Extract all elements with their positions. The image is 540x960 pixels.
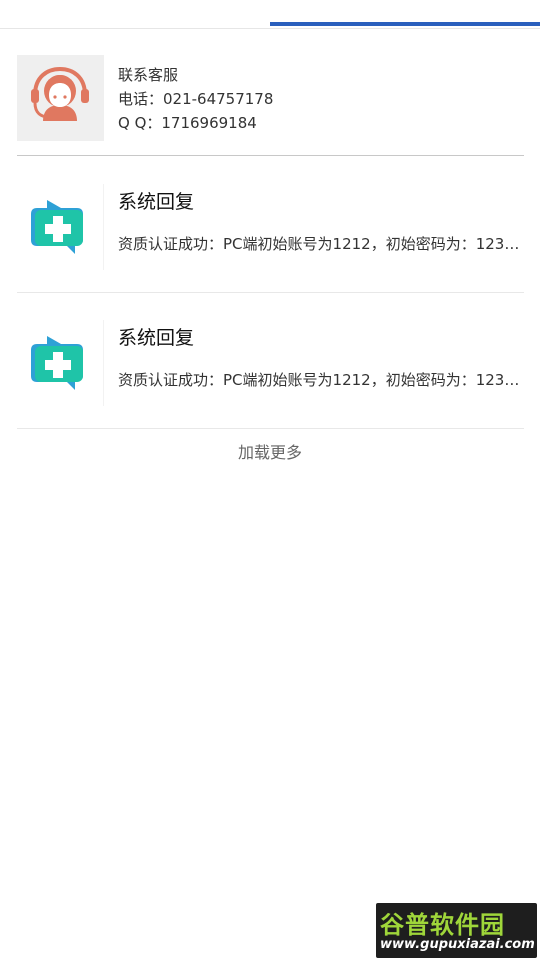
customer-service-qq[interactable]: Q Q：1716969184 <box>118 111 273 135</box>
medical-chat-icon <box>31 200 83 254</box>
message-page: 联系客服 电话：021-64757178 Q Q：1716969184 系统回复… <box>0 0 540 960</box>
message-item[interactable]: 系统回复 资质认证成功：PC端初始账号为1212，初始密码为：123456 <box>17 156 524 293</box>
message-title: 系统回复 <box>118 327 195 349</box>
message-item[interactable]: 系统回复 资质认证成功：PC端初始账号为1212，初始密码为：123456 <box>17 292 524 429</box>
headset-agent-icon <box>31 66 89 121</box>
customer-service-avatar <box>17 55 104 141</box>
message-icon-container <box>17 184 103 270</box>
message-icon-container <box>17 320 103 406</box>
customer-service-phone[interactable]: 电话：021-64757178 <box>118 87 273 111</box>
watermark-logo: 谷普软件园 www.gupuxiazai.com <box>376 903 537 958</box>
customer-service-info: 联系客服 电话：021-64757178 Q Q：1716969184 <box>118 63 273 135</box>
message-preview: 资质认证成功：PC端初始账号为1212，初始密码为：123456 <box>118 235 523 253</box>
message-title: 系统回复 <box>118 191 195 213</box>
customer-service-title: 联系客服 <box>118 66 179 84</box>
medical-chat-icon <box>31 336 83 390</box>
watermark-brand: 谷普软件园 <box>380 911 505 939</box>
tab-bar <box>0 0 540 29</box>
customer-service-card[interactable]: 联系客服 电话：021-64757178 Q Q：1716969184 <box>17 55 524 156</box>
tab-left[interactable] <box>0 0 270 27</box>
message-preview: 资质认证成功：PC端初始账号为1212，初始密码为：123456 <box>118 371 523 389</box>
load-more-button[interactable]: 加载更多 <box>0 439 540 463</box>
active-tab-indicator <box>270 22 540 26</box>
watermark-url: www.gupuxiazai.com <box>380 937 535 952</box>
